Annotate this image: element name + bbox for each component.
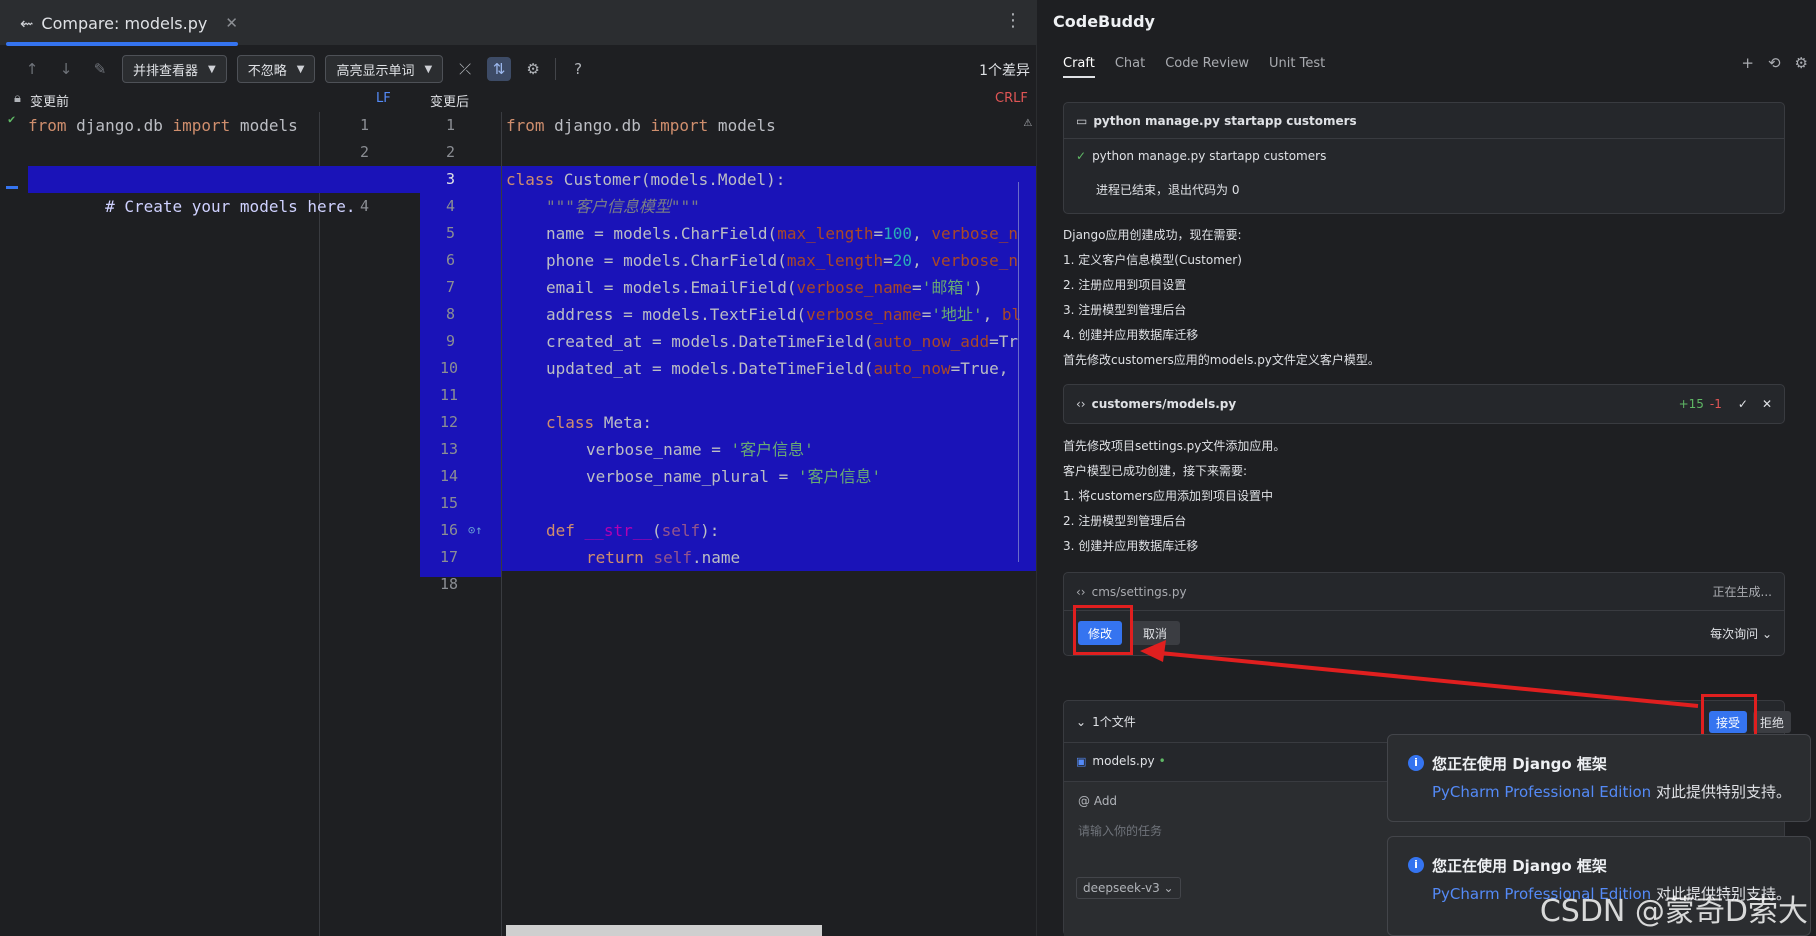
ignore-dropdown[interactable]: 不忽略 ▼ — [236, 55, 316, 83]
info-icon: i — [1408, 755, 1424, 771]
highlight-dropdown[interactable]: 高亮显示单词 ▼ — [325, 55, 444, 83]
tab-title: Compare: models.py — [41, 13, 208, 33]
modified-dot: • — [1158, 754, 1166, 768]
old-line-1: from django.db import models — [28, 116, 298, 135]
tab-code-review[interactable]: Code Review — [1165, 56, 1249, 71]
toolbar-separator — [555, 58, 557, 80]
file-change-card[interactable]: ‹› customers/models.py +15 -1 ✓ ✕ — [1063, 384, 1785, 424]
horizontal-scrollbar[interactable] — [506, 925, 822, 936]
code-icon: ‹› — [1076, 397, 1086, 411]
chevron-down-icon: ⌄ — [1163, 881, 1174, 895]
viewer-label: 并排查看器 — [133, 63, 199, 79]
accept-check-icon[interactable]: ✓ — [1738, 397, 1748, 411]
help-icon[interactable]: ? — [566, 57, 590, 81]
task-placeholder: 请输入你的任务 — [1078, 824, 1163, 838]
highlight-label: 高亮显示单词 — [336, 63, 415, 79]
right-margin-guide — [1018, 182, 1019, 562]
exit-status: 进程已结束，退出代码为 0 — [1096, 182, 1240, 197]
close-icon[interactable]: ✕ — [1762, 397, 1772, 411]
ask-dropdown[interactable]: 每次询问 ⌄ — [1710, 625, 1772, 642]
notification-title: 您正在使用 Django 框架 — [1432, 755, 1607, 773]
chevron-down-icon[interactable]: ⌄ — [1076, 715, 1086, 729]
after-line-ending[interactable]: CRLF — [995, 91, 1028, 106]
settings-card: ‹› cms/settings.py 正在生成... 修改 取消 每次询问 ⌄ — [1063, 572, 1785, 656]
panel-title: CodeBuddy — [1053, 12, 1155, 31]
command-title: python manage.py startapp customers — [1093, 113, 1357, 128]
override-icon[interactable]: ⊙↑ — [468, 517, 482, 544]
file-count: 1个文件 — [1092, 715, 1136, 729]
before-line-ending[interactable]: LF — [376, 91, 391, 106]
sync-scroll-icon[interactable]: ⇅ — [487, 57, 512, 81]
check-icon: ✔ — [8, 112, 16, 126]
assistant-message-2: 首先修改项目settings.py文件添加应用。 客户模型已成功创建，接下来需要… — [1063, 439, 1286, 553]
terminal-icon: ▭ — [1076, 113, 1088, 128]
close-icon[interactable]: ✕ — [225, 14, 238, 32]
diff-code-area[interactable]: ✔ from django.db import models # Create … — [0, 112, 1036, 936]
cancel-button[interactable]: 取消 — [1130, 621, 1180, 645]
added-count: +15 — [1678, 397, 1704, 411]
panel-tools: + ⟲ ⚙ — [1741, 54, 1808, 72]
model-selector[interactable]: deepseek-v3 ⌄ — [1076, 877, 1181, 899]
chevron-down-icon: ▼ — [208, 63, 216, 75]
next-diff-icon[interactable]: ↓ — [54, 57, 78, 81]
annotation-box-modify — [1073, 605, 1133, 655]
assistant-message-1: Django应用创建成功，现在需要: 1. 定义客户信息模型(Customer)… — [1063, 228, 1380, 367]
code-icon: ‹› — [1076, 584, 1086, 599]
chevron-down-icon: ▼ — [424, 63, 433, 75]
removed-count: -1 — [1709, 397, 1722, 411]
notification-title: 您正在使用 Django 框架 — [1432, 857, 1607, 875]
command-done: python manage.py startapp customers — [1092, 149, 1327, 163]
warning-icon[interactable]: ⚠ — [1024, 114, 1032, 130]
tab-compare-models[interactable]: ⇜ Compare: models.py ✕ — [6, 0, 238, 46]
reject-button[interactable]: 拒绝 — [1753, 711, 1791, 733]
command-card: ▭ python manage.py startapp customers ✓ … — [1063, 102, 1785, 214]
viewer-dropdown[interactable]: 并排查看器 ▼ — [122, 55, 227, 83]
python-file-icon: ▣ — [1076, 754, 1087, 768]
changed-file[interactable]: models.py — [1092, 754, 1154, 768]
chevron-down-icon: ▼ — [296, 63, 305, 75]
after-header: 变更后 — [430, 95, 470, 110]
collapse-icon[interactable]: ⤫ — [453, 57, 477, 81]
compare-icon: ⇜ — [20, 13, 34, 33]
new-gutter: 1 2 3 4 5 6 7 8 9 10 11 12 13 14 15 16 ⊙… — [400, 112, 502, 936]
plus-icon[interactable]: + — [1741, 54, 1754, 72]
more-options-icon[interactable]: ⋮ — [1004, 10, 1022, 31]
watermark: CSDN @蒙奇D索大 — [1539, 894, 1808, 929]
tab-chat[interactable]: Chat — [1115, 56, 1145, 71]
add-context[interactable]: @ Add — [1078, 794, 1117, 808]
editor-tab-bar: ⇜ Compare: models.py ✕ ⋮ — [0, 0, 1036, 46]
before-header: 变更前 — [30, 95, 70, 110]
pycharm-pro-link[interactable]: PyCharm Professional Edition — [1432, 783, 1651, 801]
generating-status: 正在生成... — [1712, 585, 1772, 599]
success-icon: ✓ — [1076, 149, 1087, 163]
new-pane[interactable]: ⚠ from django.db import models class Cus… — [502, 112, 1036, 936]
gear-icon[interactable]: ⚙ — [1795, 54, 1808, 72]
prev-diff-icon[interactable]: ↑ — [20, 57, 44, 81]
edit-icon[interactable]: ✎ — [88, 57, 112, 81]
tab-underline — [6, 42, 238, 46]
tab-craft[interactable]: Craft — [1063, 56, 1095, 78]
notification-body: PyCharm Professional Edition 对此提供特别支持。 — [1432, 783, 1791, 801]
diff-viewer: ⇜ Compare: models.py ✕ ⋮ ↑ ↓ ✎ 并排查看器 ▼ 不忽… — [0, 0, 1036, 936]
tab-unit-test[interactable]: Unit Test — [1269, 56, 1325, 71]
diff-toolbar: ↑ ↓ ✎ 并排查看器 ▼ 不忽略 ▼ 高亮显示单词 ▼ ⤫ ⇅ ⚙ ? 1个差异 — [0, 50, 1036, 88]
file-name: customers/models.py — [1091, 397, 1237, 411]
old-line-3: # Create your models here. — [28, 166, 356, 216]
codebuddy-panel: CodeBuddy Craft Chat Code Review Unit Te… — [1036, 0, 1816, 936]
change-marker — [6, 186, 18, 189]
chevron-down-icon: ⌄ — [1761, 627, 1772, 641]
diff-count: 1个差异 — [979, 63, 1030, 79]
history-icon[interactable]: ⟲ — [1768, 54, 1781, 72]
settings-file: cms/settings.py — [1091, 584, 1187, 599]
gear-icon[interactable]: ⚙ — [521, 57, 545, 81]
info-icon: i — [1408, 857, 1424, 873]
ignore-label: 不忽略 — [247, 63, 287, 79]
notification-django-1[interactable]: i 您正在使用 Django 框架 PyCharm Professional E… — [1387, 734, 1811, 822]
codebuddy-tabs: Craft Chat Code Review Unit Test — [1037, 46, 1816, 80]
old-pane[interactable]: ✔ from django.db import models # Create … — [0, 112, 356, 936]
lock-icon: 🔒︎ — [14, 91, 21, 106]
diff-headers: 🔒︎ 变更前 LF 变更后 CRLF — [0, 88, 1036, 110]
